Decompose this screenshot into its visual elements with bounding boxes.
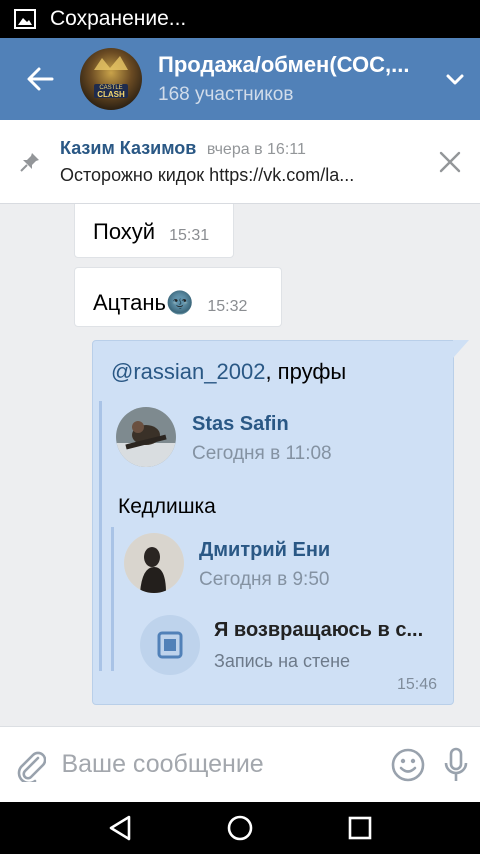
- message-composer: [0, 726, 480, 802]
- nested-forward-date: Сегодня в 9:50: [199, 569, 330, 590]
- dark-moon-emoji: 🌚: [165, 290, 194, 315]
- mention-link[interactable]: @rassian_2002: [111, 359, 265, 384]
- nav-recents-icon[interactable]: [345, 813, 375, 843]
- message-list[interactable]: Похуй 15:31 Ацтань 🌚 15:32 @rassian_2002…: [0, 204, 480, 726]
- back-button[interactable]: [10, 38, 70, 120]
- message-time: 15:32: [207, 298, 248, 315]
- message-outgoing[interactable]: @rassian_2002, пруфы Stas Safin Сегодня …: [92, 340, 469, 705]
- pinned-time: вчера в 16:11: [206, 140, 306, 158]
- chevron-down-icon: [446, 74, 464, 85]
- pinned-text: Осторожно кидок https://vk.com/la...: [60, 164, 355, 185]
- message-text: Ацтань: [93, 290, 166, 315]
- chat-avatar[interactable]: CASTLE CLASH: [80, 48, 142, 110]
- pin-icon: [0, 151, 60, 173]
- nav-back-icon[interactable]: [105, 813, 135, 843]
- microphone-icon: [444, 747, 468, 781]
- pinned-message[interactable]: Казим Казимов вчера в 16:11 Осторожно ки…: [0, 120, 480, 204]
- nested-forwarded-message[interactable]: Дмитрий Ени Сегодня в 9:50 Я возвращаюсь…: [111, 527, 441, 675]
- wall-post-label: Запись на стене: [214, 651, 351, 671]
- nested-forward-author[interactable]: Дмитрий Ени: [199, 539, 330, 562]
- arrow-left-icon: [27, 67, 54, 91]
- message-incoming[interactable]: Ацтань 🌚 15:32: [74, 267, 282, 327]
- message-time: 15:46: [396, 676, 437, 693]
- voice-message-button[interactable]: [432, 747, 480, 783]
- message-text: @rassian_2002, пруфы: [111, 359, 346, 385]
- wall-post-icon: [140, 615, 200, 675]
- emoji-button[interactable]: [383, 748, 431, 782]
- forward-author[interactable]: Stas Safin: [192, 413, 289, 436]
- smile-icon: [391, 748, 424, 781]
- wall-post-title[interactable]: Я возвращаюсь в с...: [214, 619, 446, 642]
- forward-text: Кедлишка: [118, 495, 216, 518]
- image-icon: [14, 9, 36, 29]
- castle-clash-logo: CASTLE CLASH: [80, 48, 142, 110]
- attach-button[interactable]: [0, 748, 61, 782]
- message-input[interactable]: [61, 750, 384, 779]
- message-time: 15:31: [169, 227, 210, 244]
- pinned-close-button[interactable]: [420, 151, 480, 173]
- forward-date: Сегодня в 11:08: [192, 443, 332, 464]
- chat-title[interactable]: Продажа/обмен(СОС,...: [158, 52, 430, 78]
- system-nav-bar: [0, 802, 480, 854]
- avatar[interactable]: [116, 407, 176, 467]
- status-text: Сохранение...: [50, 7, 187, 30]
- paperclip-icon: [17, 751, 46, 782]
- message-body: , пруфы: [265, 359, 347, 384]
- chat-header: CASTLE CLASH Продажа/обмен(СОС,... 168 у…: [0, 38, 480, 120]
- avatar[interactable]: [124, 533, 184, 593]
- forwarded-message[interactable]: Stas Safin Сегодня в 11:08 Кедлишка Дмит…: [99, 401, 441, 675]
- message-incoming[interactable]: Похуй 15:31: [74, 204, 234, 258]
- chat-menu-button[interactable]: [430, 72, 480, 86]
- chat-members-count: 168 участников: [158, 84, 294, 105]
- message-text: Похуй: [93, 219, 156, 244]
- close-icon: [439, 151, 461, 172]
- svg-text:CLASH: CLASH: [97, 90, 125, 99]
- pinned-author[interactable]: Казим Казимов: [60, 138, 196, 158]
- nav-home-icon[interactable]: [225, 813, 255, 843]
- status-bar: Сохранение...: [0, 0, 480, 38]
